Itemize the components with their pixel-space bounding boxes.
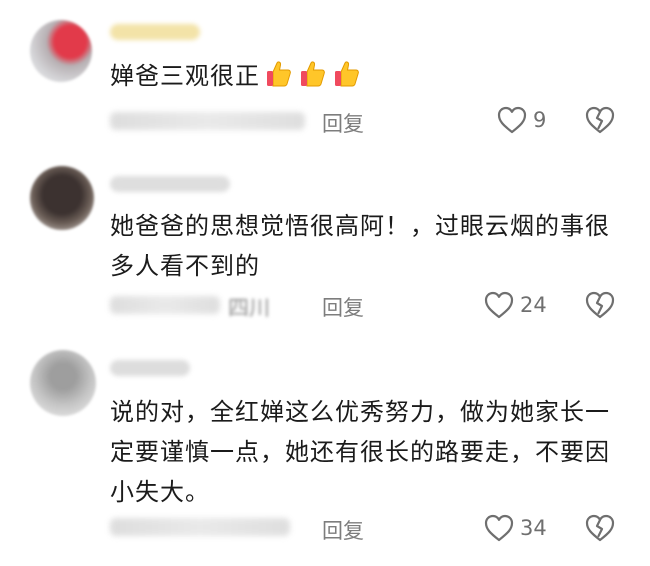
thumbs-up-icon xyxy=(332,59,362,89)
comment-item: 婵爸三观很正 回复 9 xyxy=(0,0,650,150)
thumbs-up-icon xyxy=(264,59,294,89)
like-count: 34 xyxy=(520,516,547,540)
comment-text: 说的对，全红婵这么优秀努力，做为她家长一定要谨慎一点，她还有很长的路要走，不要因… xyxy=(110,392,610,512)
username[interactable] xyxy=(110,360,190,376)
heart-icon xyxy=(497,106,527,134)
heart-icon xyxy=(484,514,514,542)
broken-heart-icon xyxy=(585,106,615,134)
username[interactable] xyxy=(110,176,230,192)
reply-button[interactable]: 回复 xyxy=(322,292,364,322)
comment-text: 她爸爸的思想觉悟很高阿！，过眼云烟的事很多人看不到的 xyxy=(110,206,610,286)
like-count: 24 xyxy=(520,293,547,317)
heart-icon xyxy=(484,291,514,319)
dislike-button[interactable] xyxy=(585,291,615,319)
avatar[interactable] xyxy=(30,166,94,230)
broken-heart-icon xyxy=(585,291,615,319)
reply-button[interactable]: 回复 xyxy=(322,108,364,138)
comment-item: 说的对，全红婵这么优秀努力，做为她家长一定要谨慎一点，她还有很长的路要走，不要因… xyxy=(0,340,650,566)
comment-text: 婵爸三观很正 xyxy=(110,56,620,96)
comment-text-content: 她爸爸的思想觉悟很高阿！，过眼云烟的事很多人看不到的 xyxy=(110,212,610,280)
dislike-button[interactable] xyxy=(585,514,615,542)
comment-text-content: 说的对，全红婵这么优秀努力，做为她家长一定要谨慎一点，她还有很长的路要走，不要因… xyxy=(110,398,610,506)
like-count: 9 xyxy=(533,108,547,132)
like-button[interactable]: 9 xyxy=(497,106,546,134)
dislike-button[interactable] xyxy=(585,106,615,134)
broken-heart-icon xyxy=(585,514,615,542)
avatar[interactable] xyxy=(30,350,96,416)
reply-button[interactable]: 回复 xyxy=(322,515,364,545)
comment-timestamp xyxy=(110,112,305,130)
username[interactable] xyxy=(110,24,200,40)
like-button[interactable]: 34 xyxy=(484,514,547,542)
comment-list: 婵爸三观很正 回复 9 她爸爸的思想觉悟很高阿！，过眼云烟的事很多人看不到的 四… xyxy=(0,0,650,566)
like-button[interactable]: 24 xyxy=(484,291,547,319)
thumbs-up-icon xyxy=(298,59,328,89)
comment-text-content: 婵爸三观很正 xyxy=(110,62,260,90)
comment-timestamp xyxy=(110,296,220,314)
comment-item: 她爸爸的思想觉悟很高阿！，过眼云烟的事很多人看不到的 四川 回复 24 xyxy=(0,150,650,340)
avatar[interactable] xyxy=(30,20,92,82)
comment-location: 四川 xyxy=(228,296,270,320)
comment-timestamp xyxy=(110,518,290,536)
